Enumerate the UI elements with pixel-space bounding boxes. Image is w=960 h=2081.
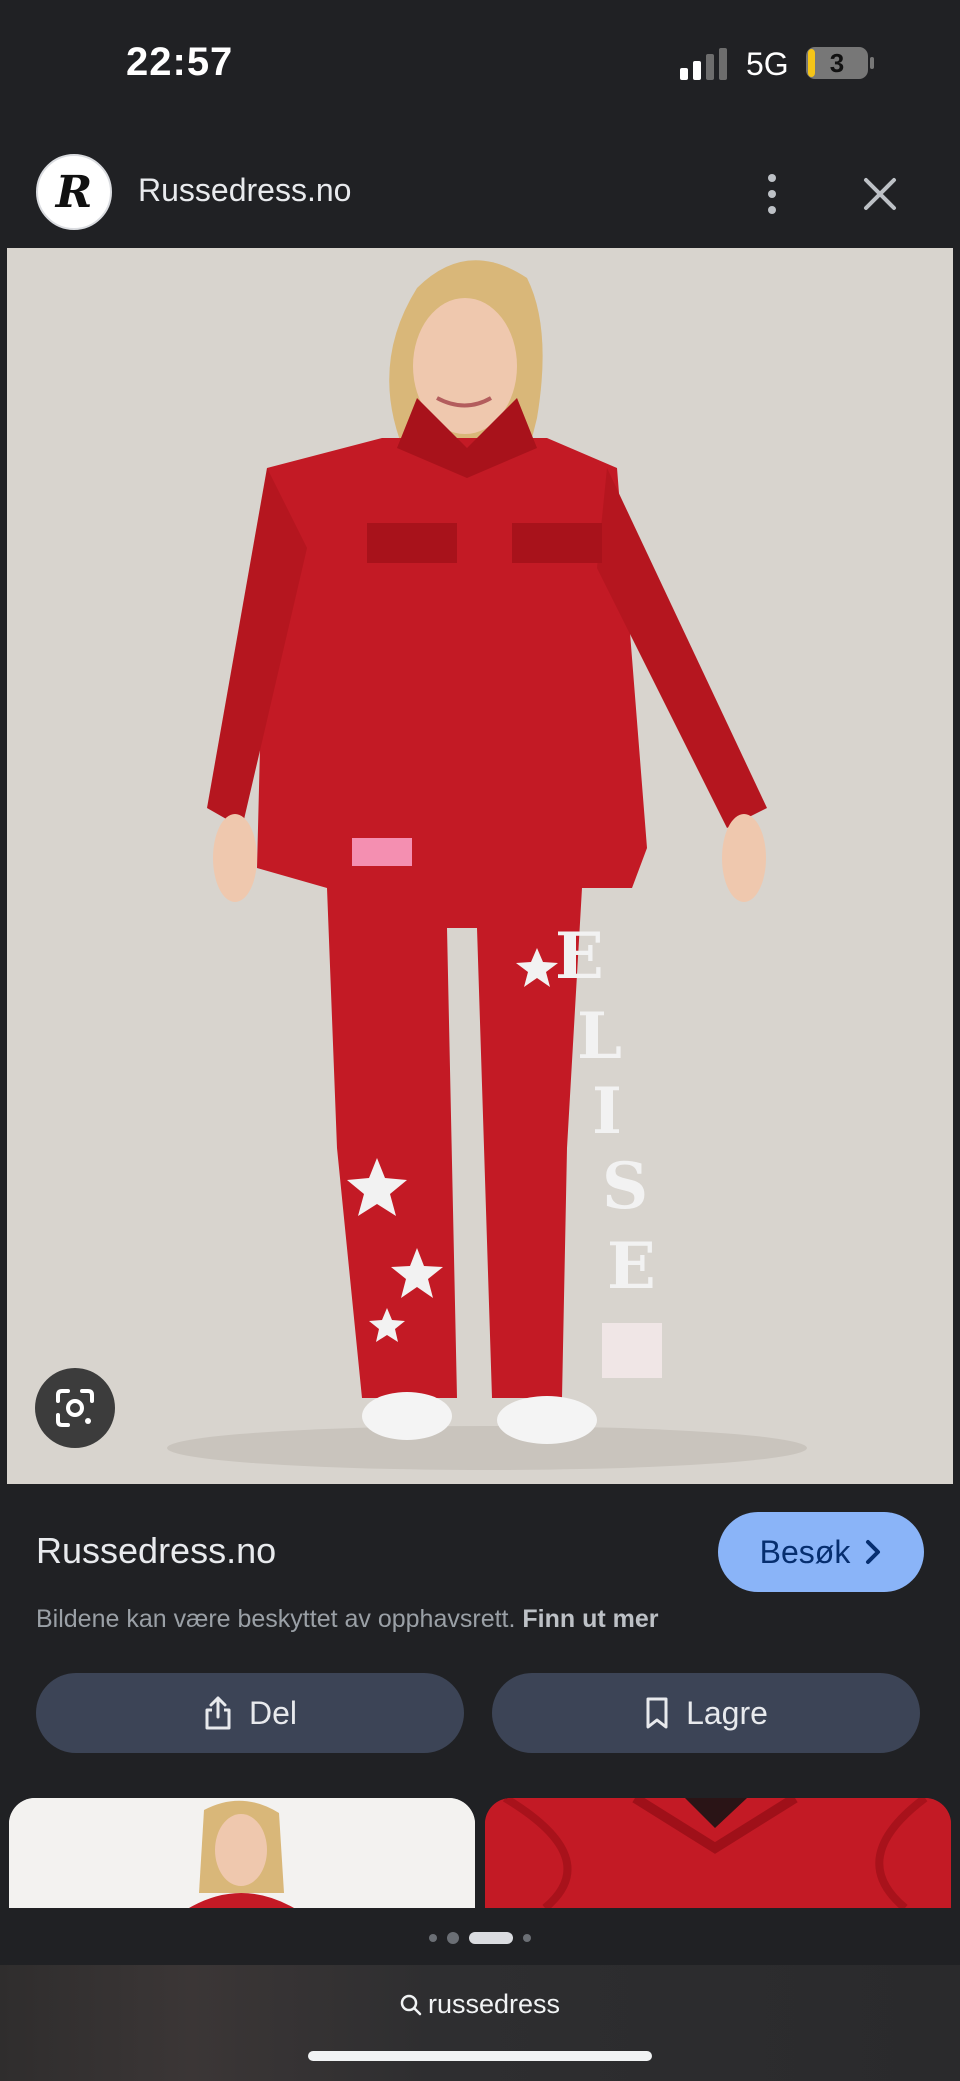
cellular-signal-icon (680, 48, 727, 80)
save-label: Lagre (686, 1694, 768, 1731)
pager-dot[interactable] (447, 1932, 459, 1944)
svg-text:I: I (592, 1074, 622, 1149)
visit-button[interactable]: Besøk (718, 1512, 924, 1592)
related-image-thumbnail[interactable] (485, 1798, 951, 1908)
pager-dot[interactable] (429, 1934, 437, 1942)
visit-label: Besøk (759, 1533, 851, 1570)
google-lens-button[interactable] (35, 1368, 115, 1448)
close-icon[interactable] (856, 170, 904, 218)
copyright-text: Bildene kan være beskyttet av opphavsret… (36, 1605, 516, 1633)
status-bar: 22:57 5G 3 (0, 0, 960, 120)
share-button[interactable]: Del (36, 1673, 464, 1753)
site-logo[interactable]: R (36, 154, 112, 230)
pager-dot-active[interactable] (469, 1932, 513, 1944)
battery-level: 3 (829, 47, 845, 78)
related-image-thumbnail[interactable] (9, 1798, 475, 1908)
address-bar[interactable]: russedress (0, 1989, 960, 2020)
copyright-notice: Bildene kan være beskyttet av opphavsret… (36, 1605, 659, 1634)
bookmark-icon (646, 1697, 668, 1729)
status-time: 22:57 (126, 40, 234, 84)
carousel-pager (0, 1930, 960, 1946)
share-label: Del (248, 1694, 297, 1731)
viewer-header: R Russedress.no (0, 140, 960, 248)
browser-bottom-bar: russedress (0, 1965, 960, 2081)
chevron-right-icon (866, 1540, 881, 1564)
more-options-button[interactable] (752, 166, 792, 222)
svg-text:E: E (607, 1229, 656, 1304)
google-lens-icon (56, 1389, 94, 1427)
main-product-image[interactable]: E L I S E (7, 248, 953, 1484)
learn-more-link[interactable]: Finn ut mer (522, 1605, 658, 1633)
search-icon (400, 1994, 422, 2015)
more-vert-icon-dot (768, 206, 776, 214)
svg-text:S: S (602, 1149, 648, 1224)
product-photo: E L I S E (7, 248, 953, 1484)
network-type: 5G (746, 46, 789, 82)
related-photo-collar (485, 1798, 951, 1908)
source-site-name: Russedress.no (36, 1530, 277, 1571)
home-indicator[interactable] (308, 2051, 652, 2061)
related-photo-woman (9, 1798, 475, 1908)
address-text: russedress (427, 1989, 561, 2019)
more-vert-icon (768, 174, 776, 182)
site-title[interactable]: Russedress.no (138, 172, 351, 209)
battery-icon: 3 (805, 46, 875, 80)
save-button[interactable]: Lagre (492, 1673, 920, 1753)
svg-text:L: L (577, 999, 622, 1074)
pager-dot[interactable] (523, 1934, 531, 1942)
more-vert-icon-dot (768, 190, 776, 198)
share-icon (205, 1696, 231, 1730)
svg-text:E: E (555, 919, 604, 994)
